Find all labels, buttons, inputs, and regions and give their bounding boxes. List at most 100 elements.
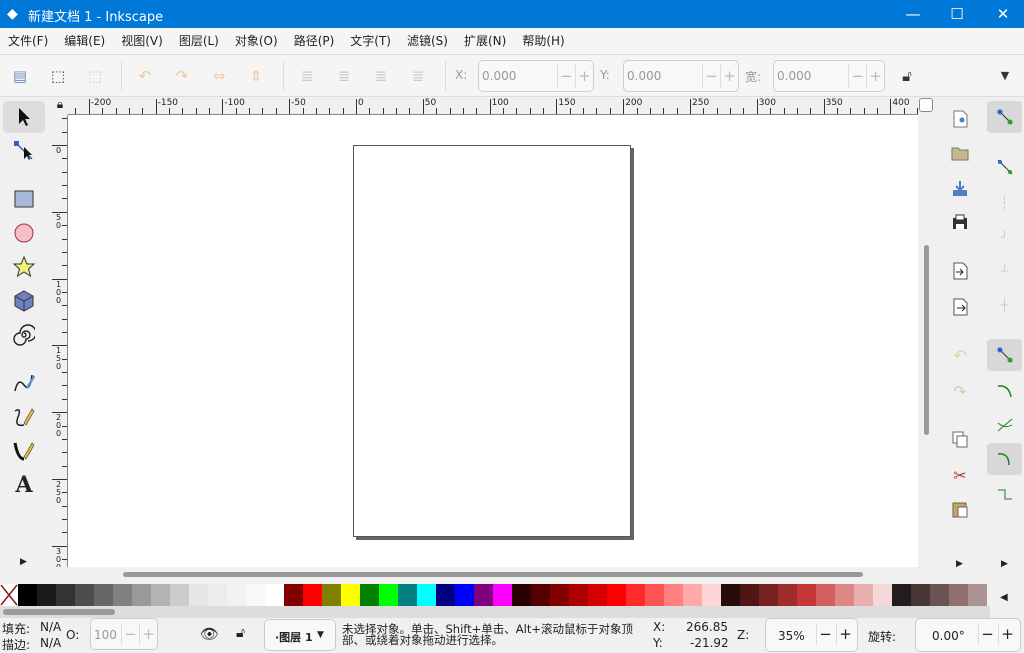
snap-bbox-center-icon[interactable]: ┼ [987, 289, 1022, 321]
color-swatch[interactable] [759, 584, 778, 606]
menu-text[interactable]: 文字(T) [342, 28, 399, 55]
flip-vertical-icon[interactable]: ⇕ [245, 65, 267, 87]
ellipse-tool[interactable] [3, 217, 45, 249]
color-swatch[interactable] [360, 584, 379, 606]
opacity-increment[interactable]: + [139, 623, 157, 645]
color-swatch[interactable] [170, 584, 189, 606]
color-swatch[interactable] [284, 584, 303, 606]
menu-extensions[interactable]: 扩展(N) [456, 28, 514, 55]
x-increment[interactable]: + [575, 65, 593, 87]
fill-value[interactable]: N/A [40, 620, 61, 634]
x-input[interactable]: 0.000 − + [478, 60, 594, 92]
color-swatch[interactable] [322, 584, 341, 606]
width-input[interactable]: 0.000 − + [773, 60, 885, 92]
color-swatch[interactable] [341, 584, 360, 606]
rotate-ccw-button[interactable]: − [978, 623, 996, 645]
color-swatch[interactable] [18, 584, 37, 606]
color-swatch[interactable] [664, 584, 683, 606]
color-swatch[interactable] [949, 584, 968, 606]
color-swatch[interactable] [721, 584, 740, 606]
flip-horizontal-icon[interactable]: ⇔ [208, 65, 230, 87]
menu-help[interactable]: 帮助(H) [514, 28, 572, 55]
new-document-icon[interactable] [948, 107, 972, 131]
star-tool[interactable] [3, 251, 45, 283]
color-swatch[interactable] [436, 584, 455, 606]
selector-tool[interactable] [3, 101, 45, 133]
raise-icon[interactable]: ≣ [333, 65, 355, 87]
cut-scissors-icon[interactable]: ✂ [948, 463, 972, 487]
color-swatch[interactable] [94, 584, 113, 606]
opacity-input[interactable]: 100− + [90, 618, 158, 650]
color-swatch[interactable] [75, 584, 94, 606]
snap-bbox-edge-icon[interactable]: ┆ [987, 187, 1022, 219]
color-swatch[interactable] [873, 584, 892, 606]
opacity-decrement[interactable]: − [121, 623, 139, 645]
color-swatch[interactable] [417, 584, 436, 606]
x-decrement[interactable]: − [557, 65, 575, 87]
color-swatch[interactable] [37, 584, 56, 606]
export-icon[interactable] [948, 295, 972, 319]
y-decrement[interactable]: − [702, 65, 720, 87]
zoom-out-button[interactable]: − [816, 623, 834, 645]
color-swatch[interactable] [56, 584, 75, 606]
color-swatch[interactable] [816, 584, 835, 606]
overflow-chevron-icon[interactable]: ▼ [994, 65, 1016, 87]
bezier-tool[interactable] [3, 367, 45, 399]
width-decrement[interactable]: − [848, 65, 866, 87]
copy-icon[interactable] [948, 427, 972, 451]
select-all-icon[interactable]: ▤ [9, 65, 31, 87]
canvas-lock-icon[interactable]: 🔒︎ [52, 97, 68, 115]
rulers-toggle-icon[interactable] [919, 98, 933, 112]
layer-visibility-eye-icon[interactable]: 👁︎ [200, 625, 219, 643]
horizontal-scroll-thumb[interactable] [123, 572, 863, 577]
lower-to-bottom-icon[interactable]: ≣ [407, 65, 429, 87]
color-swatch[interactable] [303, 584, 322, 606]
opacity-value[interactable]: 100 [94, 628, 117, 642]
paste-icon[interactable] [948, 497, 972, 521]
maximize-button[interactable]: ☐ [934, 0, 980, 28]
toolbox-expand-icon[interactable]: ▶ [20, 557, 27, 567]
color-swatch[interactable] [132, 584, 151, 606]
color-swatch[interactable] [569, 584, 588, 606]
3d-box-tool[interactable] [3, 285, 45, 317]
zoom-in-button[interactable]: + [836, 623, 854, 645]
open-folder-icon[interactable] [948, 141, 972, 165]
color-swatch[interactable] [588, 584, 607, 606]
color-swatch[interactable] [227, 584, 246, 606]
menu-filters[interactable]: 滤镜(S) [399, 28, 456, 55]
color-swatch[interactable] [930, 584, 949, 606]
color-swatch[interactable] [379, 584, 398, 606]
print-icon[interactable] [948, 211, 972, 235]
color-swatch[interactable] [398, 584, 417, 606]
menu-object[interactable]: 对象(O) [227, 28, 286, 55]
minimize-button[interactable]: — [890, 0, 936, 28]
color-swatch[interactable] [512, 584, 531, 606]
color-swatch[interactable] [113, 584, 132, 606]
color-swatch[interactable] [702, 584, 721, 606]
rotate-cw-icon[interactable]: ↷ [171, 65, 193, 87]
node-tool[interactable] [3, 135, 45, 167]
layer-dropdown[interactable]: ·图层 1 ▼ [264, 619, 336, 651]
color-swatch[interactable] [607, 584, 626, 606]
color-swatch[interactable] [740, 584, 759, 606]
import-icon[interactable] [948, 259, 972, 283]
color-swatch[interactable] [854, 584, 873, 606]
horizontal-scrollbar[interactable] [68, 567, 918, 582]
undo-icon[interactable]: ↶ [948, 343, 972, 367]
menu-edit[interactable]: 编辑(E) [56, 28, 113, 55]
vertical-scroll-thumb[interactable] [924, 245, 929, 435]
width-increment[interactable]: + [866, 65, 884, 87]
palette-scrollbar[interactable] [0, 606, 990, 618]
pencil-tool[interactable] [3, 401, 45, 433]
color-swatch[interactable] [455, 584, 474, 606]
color-swatch[interactable] [265, 584, 284, 606]
deselect-icon[interactable]: ⬚ [84, 65, 106, 87]
y-value[interactable]: 0.000 [627, 69, 661, 83]
color-swatch[interactable] [626, 584, 645, 606]
color-swatch[interactable] [531, 584, 550, 606]
calligraphy-tool[interactable] [3, 435, 45, 467]
raise-to-top-icon[interactable]: ≣ [296, 65, 318, 87]
palette-menu-icon[interactable]: ◀ [1000, 592, 1008, 603]
layer-lock-icon[interactable]: 🔓︎ [236, 625, 245, 641]
snap-bbox-icon[interactable] [987, 151, 1022, 183]
